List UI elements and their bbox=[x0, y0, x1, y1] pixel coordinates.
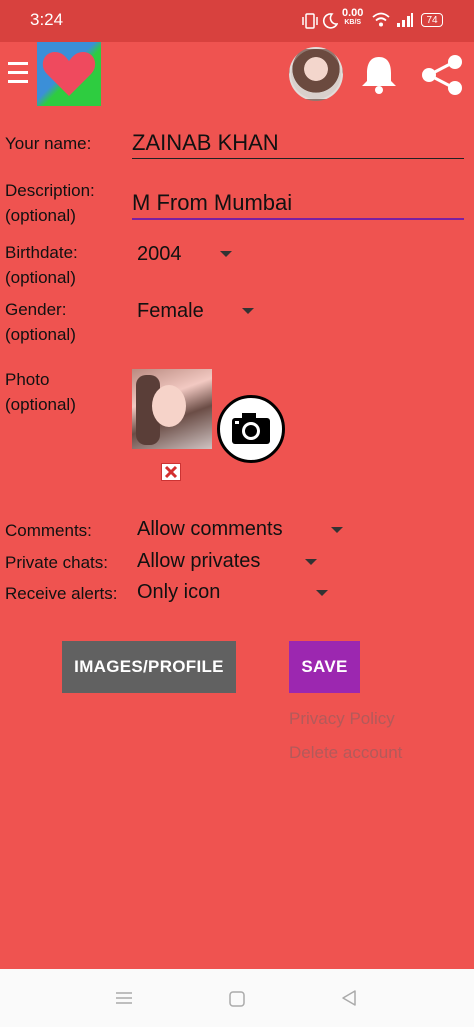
do-not-disturb-moon-icon bbox=[322, 13, 338, 29]
network-speed-value: 0.00 bbox=[342, 7, 364, 19]
receive-alerts-dropdown[interactable]: Only icon bbox=[137, 581, 333, 607]
camera-button[interactable] bbox=[217, 395, 285, 463]
birthdate-value: 2004 bbox=[137, 243, 182, 265]
chevron-down-icon bbox=[242, 308, 254, 314]
battery-indicator: 74 bbox=[421, 13, 443, 27]
remove-photo-icon[interactable] bbox=[161, 463, 181, 481]
menu-icon[interactable] bbox=[8, 62, 28, 84]
vibrate-icon bbox=[302, 13, 318, 29]
images-profile-button[interactable]: IMAGES/PROFILE bbox=[62, 641, 236, 693]
gender-dropdown[interactable]: Female bbox=[137, 300, 261, 326]
home-icon[interactable] bbox=[228, 990, 246, 1008]
private-chats-label: Private chats: bbox=[5, 553, 108, 572]
description-optional: (optional) bbox=[5, 206, 76, 225]
private-chats-dropdown[interactable]: Allow privates bbox=[137, 550, 321, 576]
recent-apps-icon[interactable] bbox=[115, 990, 133, 1006]
heart-icon bbox=[42, 52, 96, 96]
privacy-policy-link[interactable]: Privacy Policy bbox=[289, 709, 395, 729]
birthdate-dropdown[interactable]: 2004 bbox=[137, 243, 237, 269]
chevron-down-icon bbox=[220, 251, 232, 257]
name-input[interactable] bbox=[132, 128, 464, 159]
network-speed: 0.00 KB/S bbox=[342, 8, 363, 28]
name-label: Your name: bbox=[5, 134, 92, 153]
back-icon[interactable] bbox=[340, 989, 358, 1007]
receive-alerts-label: Receive alerts: bbox=[5, 584, 118, 603]
chevron-down-icon bbox=[331, 527, 343, 533]
private-chats-value: Allow privates bbox=[137, 550, 261, 572]
photo-label: Photo bbox=[5, 370, 50, 389]
photo-optional: (optional) bbox=[5, 395, 76, 414]
camera-icon bbox=[232, 413, 270, 444]
profile-avatar[interactable] bbox=[289, 47, 343, 101]
delete-account-link[interactable]: Delete account bbox=[289, 743, 402, 763]
close-icon bbox=[164, 465, 178, 479]
chevron-down-icon bbox=[316, 590, 328, 596]
chevron-down-icon bbox=[305, 559, 317, 565]
profile-photo-thumbnail[interactable] bbox=[132, 369, 212, 449]
birthdate-label: Birthdate: bbox=[5, 243, 78, 262]
signal-icon bbox=[397, 13, 413, 27]
bell-icon[interactable] bbox=[357, 53, 401, 95]
status-bar: 3:24 0.00 KB/S 74 bbox=[0, 0, 474, 42]
status-time: 3:24 bbox=[30, 10, 64, 29]
birthdate-optional: (optional) bbox=[5, 268, 76, 287]
share-icon[interactable] bbox=[419, 54, 465, 96]
comments-value: Allow comments bbox=[137, 518, 283, 540]
comments-label: Comments: bbox=[5, 521, 92, 540]
app-logo[interactable] bbox=[37, 42, 101, 106]
comments-dropdown[interactable]: Allow comments bbox=[137, 518, 349, 544]
description-input[interactable] bbox=[132, 188, 464, 220]
wifi-icon bbox=[372, 12, 390, 27]
description-label: Description: bbox=[5, 181, 95, 200]
system-navigation-bar bbox=[0, 969, 474, 1027]
network-speed-unit: KB/S bbox=[344, 19, 362, 26]
gender-label: Gender: bbox=[5, 300, 67, 319]
receive-alerts-value: Only icon bbox=[137, 581, 221, 603]
gender-value: Female bbox=[137, 300, 204, 322]
save-button[interactable]: SAVE bbox=[289, 641, 360, 693]
app-toolbar bbox=[0, 42, 474, 106]
gender-optional: (optional) bbox=[5, 325, 76, 344]
